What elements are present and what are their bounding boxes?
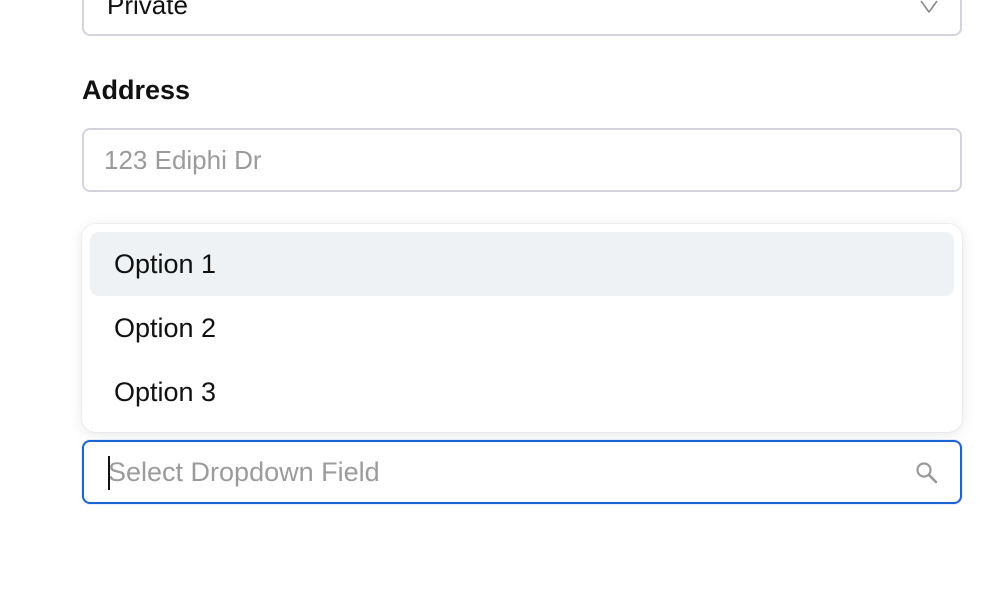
privacy-select-value: Private (107, 0, 188, 20)
address-label: Address (82, 75, 191, 105)
dropdown-option-3[interactable]: Option 3 (90, 360, 954, 424)
text-caret (108, 456, 110, 490)
chevron-down-icon (920, 0, 938, 13)
dropdown-option-1[interactable]: Option 1 (90, 232, 954, 296)
address-input[interactable] (82, 128, 962, 192)
dropdown-search-input[interactable] (84, 442, 884, 502)
dropdown-option-2[interactable]: Option 2 (90, 296, 954, 360)
privacy-select[interactable]: Private (82, 0, 962, 36)
dropdown-menu: Option 1 Option 2 Option 3 (82, 224, 962, 432)
search-icon[interactable] (914, 460, 940, 486)
dropdown-search-field[interactable] (82, 440, 962, 504)
